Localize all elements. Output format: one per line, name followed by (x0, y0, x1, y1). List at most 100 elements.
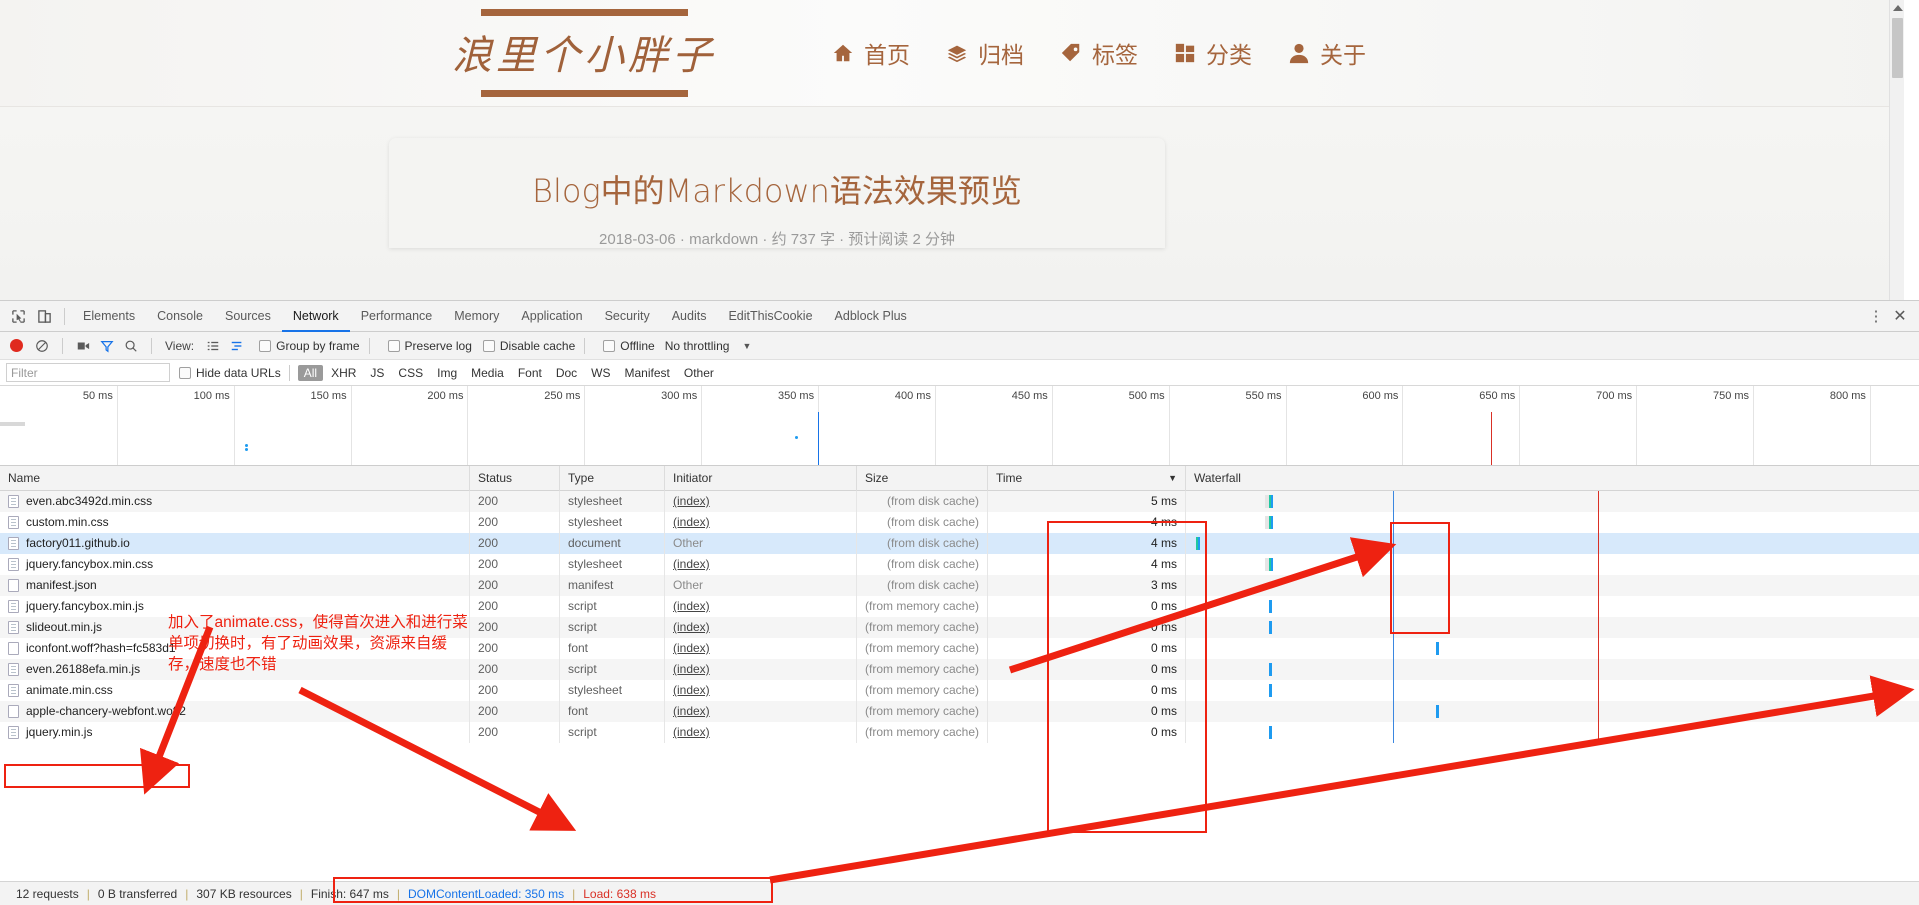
cell-initiator[interactable]: (index) (665, 617, 857, 638)
cell-initiator[interactable]: Other (665, 575, 857, 596)
network-timeline-overview[interactable]: 50 ms 100 ms 150 ms 200 ms 250 ms 300 ms 350 m… (0, 386, 1919, 466)
tab-console[interactable]: Console (146, 301, 214, 332)
table-row[interactable]: custom.min.css 200 stylesheet (index) (from … (0, 512, 1919, 533)
toggle-device-toolbar-icon[interactable] (31, 303, 57, 329)
initiator-link[interactable]: (index) (673, 683, 710, 697)
disable-cache-checkbox[interactable]: Disable cache (482, 339, 575, 353)
initiator-link[interactable]: (index) (673, 620, 710, 634)
initiator-link[interactable]: (index) (673, 599, 710, 613)
inspect-element-icon[interactable] (5, 303, 31, 329)
view-waterfall-icon[interactable] (226, 335, 248, 357)
tab-memory[interactable]: Memory (443, 301, 510, 332)
tab-adblock-plus[interactable]: Adblock Plus (824, 301, 918, 332)
tab-elements[interactable]: Elements (72, 301, 146, 332)
cell-waterfall (1186, 491, 1919, 512)
cell-size: (from memory cache) (857, 638, 988, 659)
offline-checkbox[interactable]: Offline (603, 339, 655, 353)
search-icon[interactable] (120, 335, 142, 357)
scroll-up-arrow-icon[interactable] (1893, 5, 1903, 11)
nav-label-archive: 归档 (978, 42, 1024, 68)
close-devtools-icon[interactable]: ✕ (1889, 306, 1911, 326)
nav-item-home[interactable]: 首页 (831, 36, 910, 70)
timeline-gridline (233, 386, 235, 465)
initiator-link[interactable]: (index) (673, 494, 710, 508)
tab-performance[interactable]: Performance (350, 301, 444, 332)
blog-page: 浪里个小胖子 首页 归档 标签 分类 关于 Blog中的Markdown语法效果… (0, 0, 1904, 300)
waterfall-load-line (1598, 722, 1599, 743)
cell-initiator[interactable]: Other (665, 533, 857, 554)
filter-input[interactable]: Filter (6, 363, 170, 382)
nav-item-archive[interactable]: 归档 (945, 36, 1024, 70)
filter-chip-img[interactable]: Img (431, 365, 463, 381)
cell-initiator[interactable]: (index) (665, 659, 857, 680)
table-row[interactable]: slideout.min.js 200 script (index) (from mem… (0, 617, 1919, 638)
preserve-log-checkbox[interactable]: Preserve log (387, 339, 472, 353)
record-button[interactable] (10, 339, 23, 352)
column-header-size[interactable]: Size (857, 465, 988, 491)
nav-item-tags[interactable]: 标签 (1059, 36, 1138, 70)
cell-initiator[interactable]: (index) (665, 701, 857, 722)
filter-chip-manifest[interactable]: Manifest (619, 365, 676, 381)
column-header-initiator[interactable]: Initiator (665, 465, 857, 491)
filter-chip-ws[interactable]: WS (585, 365, 616, 381)
cell-initiator[interactable]: (index) (665, 638, 857, 659)
filter-chip-css[interactable]: CSS (392, 365, 429, 381)
table-row[interactable]: jquery.fancybox.min.js 200 script (index) (f… (0, 596, 1919, 617)
column-header-time[interactable]: Time ▼ (988, 465, 1186, 491)
table-row[interactable]: jquery.fancybox.min.css 200 stylesheet (ind… (0, 554, 1919, 575)
filter-chip-js[interactable]: JS (364, 365, 390, 381)
hide-data-urls-checkbox[interactable]: Hide data URLs (179, 366, 281, 380)
column-header-name[interactable]: Name (0, 465, 470, 491)
table-row[interactable]: factory011.github.io 200 document Other (fro… (0, 533, 1919, 554)
cell-initiator[interactable]: (index) (665, 491, 857, 512)
table-row[interactable]: jquery.min.js 200 script (index) (from memor… (0, 722, 1919, 743)
table-row[interactable]: animate.min.css 200 stylesheet (index) (from… (0, 680, 1919, 701)
throttling-select[interactable]: No throttling (665, 339, 730, 353)
initiator-link[interactable]: (index) (673, 641, 710, 655)
nav-item-categories[interactable]: 分类 (1173, 36, 1252, 70)
initiator-link[interactable]: (index) (673, 725, 710, 739)
page-scrollbar[interactable] (1889, 0, 1904, 300)
table-row[interactable]: apple-chancery-webfont.woff2 200 font (inde… (0, 701, 1919, 722)
table-row[interactable]: even.26188efa.min.js 200 script (index) (fro… (0, 659, 1919, 680)
tab-application[interactable]: Application (510, 301, 593, 332)
initiator-link[interactable]: (index) (673, 557, 710, 571)
filter-chip-other[interactable]: Other (678, 365, 720, 381)
column-header-type[interactable]: Type (560, 465, 665, 491)
column-header-waterfall[interactable]: Waterfall (1186, 466, 1919, 491)
cell-initiator[interactable]: (index) (665, 722, 857, 743)
table-row[interactable]: manifest.json 200 manifest Other (from disk … (0, 575, 1919, 596)
cell-type: stylesheet (560, 512, 665, 533)
tab-sources[interactable]: Sources (214, 301, 282, 332)
filter-chip-font[interactable]: Font (512, 365, 548, 381)
more-options-icon[interactable]: ⋮ (1866, 307, 1886, 325)
initiator-link[interactable]: (index) (673, 515, 710, 529)
initiator-link[interactable]: (index) (673, 704, 710, 718)
scrollbar-thumb[interactable] (1892, 18, 1903, 78)
tab-security[interactable]: Security (594, 301, 661, 332)
group-by-frame-checkbox[interactable]: Group by frame (259, 339, 360, 353)
filter-chip-all[interactable]: All (297, 364, 324, 381)
cell-initiator[interactable]: (index) (665, 596, 857, 617)
cell-initiator[interactable]: (index) (665, 554, 857, 575)
cell-initiator[interactable]: (index) (665, 680, 857, 701)
table-row[interactable]: even.abc3492d.min.css 200 stylesheet (index… (0, 491, 1919, 512)
tab-editthiscookie[interactable]: EditThisCookie (717, 301, 823, 332)
capture-screenshots-icon[interactable] (72, 335, 94, 357)
table-row[interactable]: iconfont.woff?hash=fc583d1 200 font (index)… (0, 638, 1919, 659)
cell-initiator[interactable]: (index) (665, 512, 857, 533)
timeline-gridline (584, 386, 586, 465)
filter-chip-media[interactable]: Media (465, 365, 510, 381)
tab-audits[interactable]: Audits (661, 301, 718, 332)
tab-network[interactable]: Network (282, 301, 350, 332)
chevron-down-icon[interactable]: ▼ (742, 341, 751, 351)
nav-item-about[interactable]: 关于 (1287, 36, 1366, 70)
filter-chip-xhr[interactable]: XHR (325, 365, 362, 381)
column-header-status[interactable]: Status (470, 465, 560, 491)
initiator-link[interactable]: (index) (673, 662, 710, 676)
clear-button[interactable] (31, 335, 53, 357)
filter-chip-doc[interactable]: Doc (550, 365, 583, 381)
site-brand[interactable]: 浪里个小胖子 (452, 9, 716, 97)
filter-icon[interactable] (96, 335, 118, 357)
view-list-icon[interactable] (202, 335, 224, 357)
